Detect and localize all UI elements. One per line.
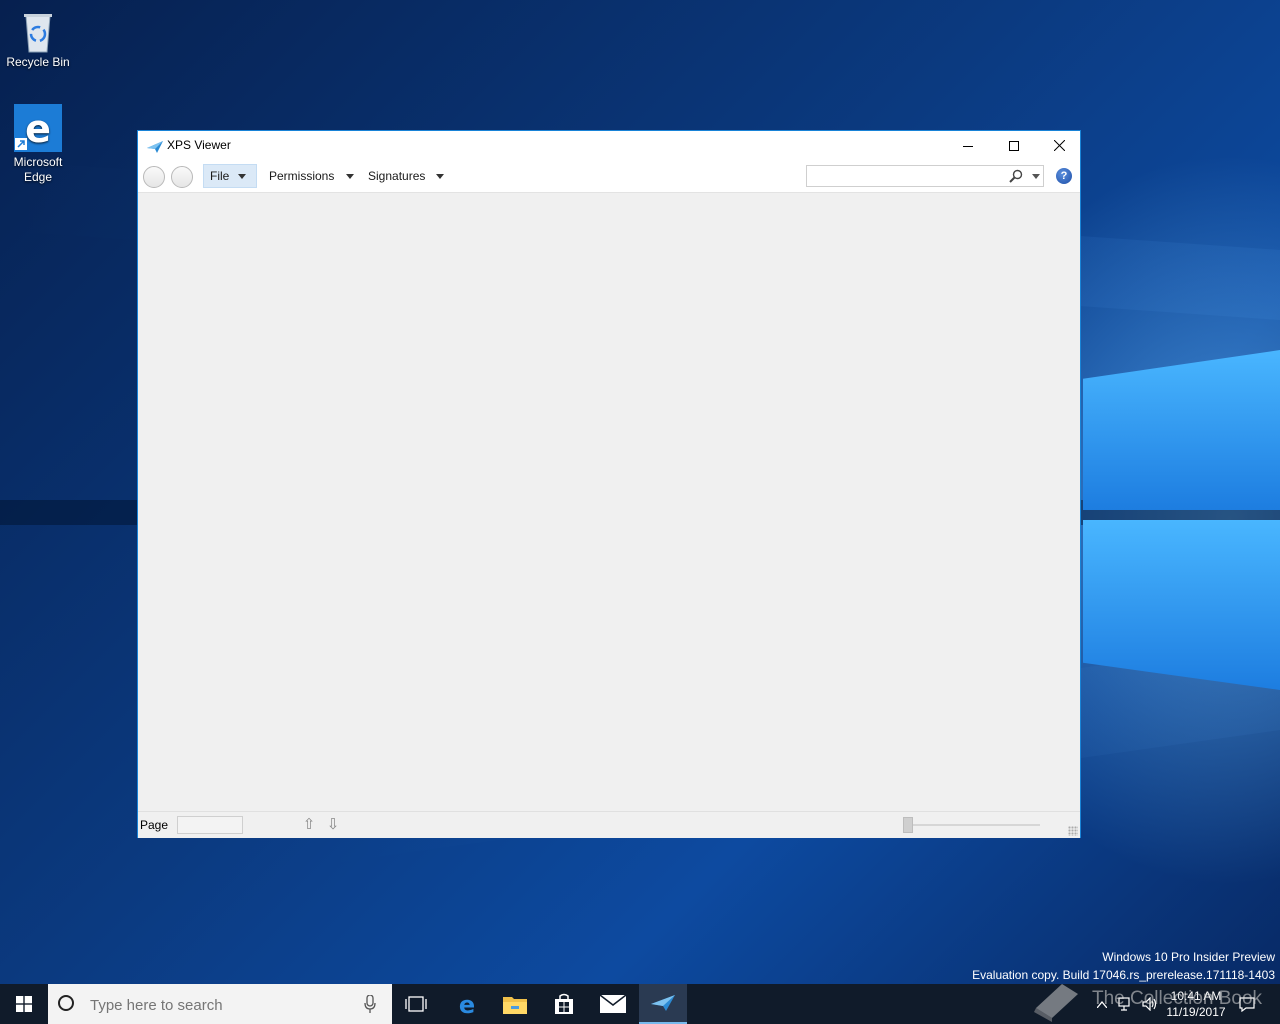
signatures-menu[interactable]: Signatures xyxy=(362,164,450,188)
maximize-icon xyxy=(1009,140,1019,151)
maximize-button[interactable] xyxy=(991,131,1037,160)
forward-button[interactable] xyxy=(171,166,193,188)
search-input[interactable] xyxy=(809,168,1008,186)
task-view-button[interactable] xyxy=(392,984,440,1024)
taskbar-search-input[interactable] xyxy=(88,994,362,1016)
title-bar[interactable]: XPS Viewer xyxy=(138,131,1080,161)
start-button[interactable] xyxy=(0,984,48,1024)
book-watermark-text: The Collection Book xyxy=(1092,988,1263,1009)
cortana-icon xyxy=(58,995,74,1011)
permissions-menu[interactable]: Permissions xyxy=(263,164,360,188)
chevron-down-icon xyxy=(238,173,247,179)
desktop-icon-recycle-bin[interactable]: Recycle Bin xyxy=(0,8,76,70)
microphone-icon[interactable] xyxy=(364,995,376,1013)
desktop-icon-label: Recycle Bin xyxy=(6,55,70,69)
page-label: Page xyxy=(140,818,169,832)
windows-start-icon xyxy=(16,996,32,1012)
help-button[interactable]: ? xyxy=(1056,168,1072,184)
taskbar-edge-button[interactable]: e xyxy=(443,984,491,1024)
recycle-bin-icon xyxy=(16,8,60,53)
edge-icon: e xyxy=(14,104,62,152)
store-icon xyxy=(555,993,573,1014)
edge-icon: e xyxy=(459,992,475,1016)
search-options-chevron-icon[interactable] xyxy=(1032,174,1040,179)
desktop-icon-label: Microsoft Edge xyxy=(13,155,63,184)
next-page-button[interactable]: ⇩ xyxy=(324,816,342,834)
window-title: XPS Viewer xyxy=(167,138,231,152)
xps-viewer-window: XPS Viewer File Permissions Signatures ?… xyxy=(137,130,1081,838)
mail-icon xyxy=(600,995,626,1013)
taskbar-file-explorer-button[interactable] xyxy=(491,984,539,1024)
xps-viewer-icon xyxy=(651,995,675,1011)
book-icon xyxy=(1034,984,1078,1022)
taskbar-xps-viewer-button[interactable] xyxy=(639,984,687,1024)
document-viewport[interactable] xyxy=(138,193,1080,811)
svg-text:e: e xyxy=(459,992,475,1016)
search-box xyxy=(806,165,1044,187)
signatures-menu-label: Signatures xyxy=(368,169,426,183)
build-watermark-line1: Windows 10 Pro Insider Preview xyxy=(1102,950,1275,964)
task-view-icon xyxy=(405,996,427,1012)
svg-text:e: e xyxy=(25,107,51,151)
desktop-icon-microsoft-edge[interactable]: e Microsoft Edge xyxy=(0,104,76,185)
minimize-button[interactable] xyxy=(945,131,991,160)
windows-logo-wallpaper xyxy=(1083,320,1280,730)
xps-viewer-icon xyxy=(147,140,163,153)
book-watermark: The Collection Book xyxy=(1030,974,1280,1024)
resize-grip-icon[interactable] xyxy=(1068,826,1078,836)
chevron-down-icon xyxy=(436,173,445,179)
page-number-input[interactable] xyxy=(177,816,243,834)
taskbar-mail-button[interactable] xyxy=(589,984,637,1024)
close-button[interactable] xyxy=(1036,131,1082,160)
file-explorer-icon xyxy=(503,997,527,1014)
chevron-down-icon xyxy=(346,173,355,179)
file-menu[interactable]: File xyxy=(203,164,257,188)
toolbar: File Permissions Signatures ? xyxy=(138,161,1080,193)
zoom-slider-thumb[interactable] xyxy=(903,817,913,833)
file-menu-label: File xyxy=(210,169,230,183)
close-icon xyxy=(1053,140,1065,151)
minimize-icon xyxy=(963,145,973,147)
zoom-slider-track[interactable] xyxy=(905,824,1040,826)
taskbar-store-button[interactable] xyxy=(540,984,588,1024)
previous-page-button[interactable]: ⇧ xyxy=(300,816,318,834)
taskbar-search-box[interactable] xyxy=(48,984,392,1024)
permissions-menu-label: Permissions xyxy=(269,169,335,183)
search-icon[interactable] xyxy=(1009,169,1023,183)
status-bar: Page ⇧ ⇩ xyxy=(138,811,1080,838)
back-button[interactable] xyxy=(143,166,165,188)
